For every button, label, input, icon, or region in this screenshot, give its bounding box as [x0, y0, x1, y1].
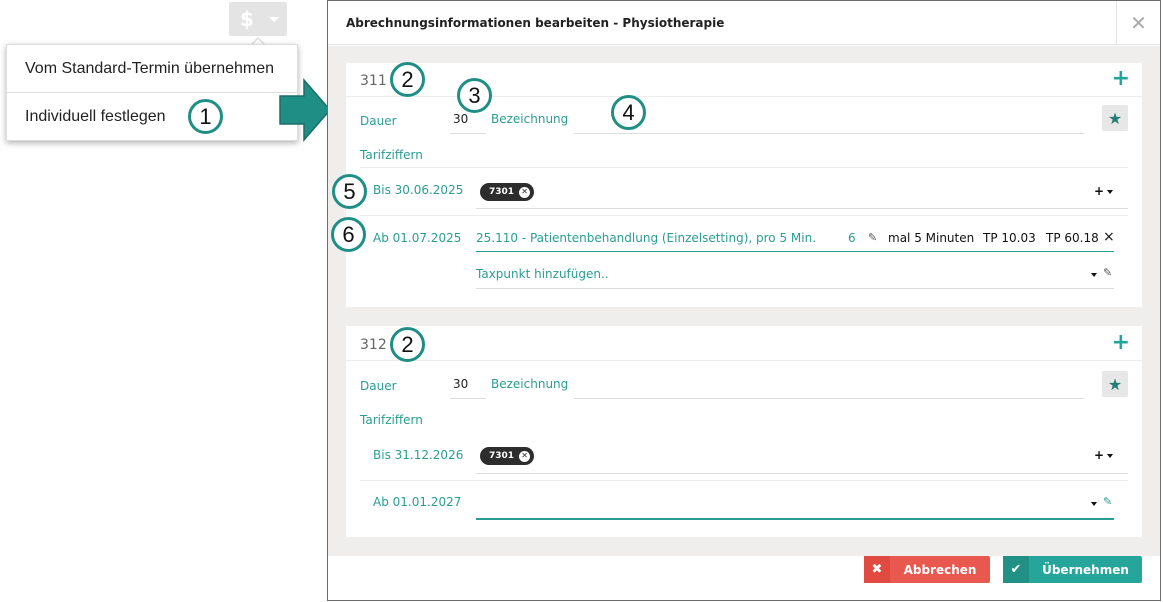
input-underline [708, 133, 1084, 134]
panel-code: 312 [360, 337, 387, 353]
chip-label: 7301 [489, 187, 515, 197]
name-input[interactable] [574, 133, 708, 134]
favorite-button[interactable]: ★ [1102, 105, 1128, 131]
check-icon: ✔ [1003, 556, 1029, 583]
name-label: Bezeichnung [491, 377, 569, 391]
favorite-button[interactable]: ★ [1102, 371, 1128, 397]
add-tariff-dropdown[interactable]: + [1094, 448, 1114, 462]
period-label: Bis 31.12.2026 [373, 448, 464, 462]
callout-5: 5 [332, 174, 367, 209]
add-icon[interactable]: + [1112, 68, 1130, 90]
panel-code: 311 [360, 73, 387, 89]
tariff-entry-text[interactable]: 25.110 - Patientenbehandlung (Einzelsett… [476, 231, 816, 245]
menu-item-label: Vom Standard-Termin übernehmen [25, 59, 275, 77]
input-underline [476, 473, 1128, 474]
dollar-icon: $ [240, 7, 254, 31]
add-taxpoint-input[interactable] [476, 518, 1114, 520]
divider [360, 480, 1128, 481]
input-underline [476, 288, 1114, 289]
billing-dropdown-menu: Vom Standard-Termin übernehmen Individue… [6, 44, 298, 141]
pencil-icon[interactable]: ✎ [1103, 495, 1112, 508]
tariff-label: Tarifziffern [360, 148, 423, 162]
remove-entry-icon[interactable]: × [1103, 229, 1115, 245]
chevron-down-icon [269, 16, 279, 22]
callout-4: 4 [611, 95, 646, 130]
billing-modal: Abrechnungsinformationen bearbeiten - Ph… [327, 0, 1161, 601]
close-icon: ✖ [864, 556, 890, 583]
name-input[interactable] [574, 398, 708, 399]
billing-dropdown-button[interactable]: $ [229, 2, 287, 36]
callout-2: 2 [390, 62, 425, 97]
input-underline [450, 398, 486, 399]
modal-body: 311 + Dauer 30 Bezeichnung ★ Tarifziffer… [328, 46, 1160, 556]
divider [360, 215, 1128, 216]
tariff-label: Tarifziffern [360, 413, 423, 427]
period-label: Ab 01.01.2027 [373, 495, 462, 509]
chevron-down-icon [1091, 272, 1097, 277]
remove-chip-icon[interactable]: ✕ [519, 186, 531, 198]
apply-button-label: Übernehmen [1042, 562, 1129, 577]
star-icon: ★ [1107, 108, 1123, 128]
menu-item-label: Individuell festlegen [25, 108, 166, 125]
duration-input[interactable]: 30 [453, 112, 468, 126]
apply-button[interactable]: ✔ Übernehmen [1003, 556, 1142, 583]
name-label: Bezeichnung [491, 112, 569, 126]
billing-panel-312: 312 + Dauer 30 Bezeichnung ★ Tarifziffer… [346, 326, 1142, 537]
period-label: Bis 30.06.2025 [373, 183, 464, 197]
arrow-right-icon [279, 78, 331, 142]
taxpoint-dropdown[interactable] [1088, 267, 1097, 281]
input-underline [476, 208, 1128, 209]
input-underline [450, 133, 486, 134]
divider [346, 360, 1142, 361]
callout-3: 3 [457, 78, 492, 113]
add-taxpoint-input[interactable]: Taxpunkt hinzufügen.. [476, 267, 609, 281]
tariff-chip[interactable]: 7301 ✕ [480, 183, 535, 201]
close-icon: ✕ [1130, 11, 1147, 35]
input-underline-active [476, 251, 1114, 252]
chevron-down-icon [1091, 501, 1097, 506]
callout-2-second: 2 [390, 327, 425, 362]
tariff-entry-tp1: TP 10.03 [983, 231, 1036, 245]
duration-label: Dauer [360, 379, 397, 393]
remove-chip-icon[interactable]: ✕ [519, 450, 531, 462]
close-button[interactable]: ✕ [1116, 1, 1160, 45]
tariff-entry-tp2: TP 60.18 [1046, 231, 1099, 245]
callout-6: 6 [331, 217, 366, 252]
callout-1: 1 [188, 99, 223, 134]
tariff-entry-unit: mal 5 Minuten [888, 231, 975, 245]
duration-input[interactable]: 30 [453, 377, 468, 391]
input-underline [708, 398, 1084, 399]
add-icon[interactable]: + [1112, 332, 1130, 354]
cancel-button[interactable]: ✖ Abbrechen [864, 556, 990, 583]
tariff-chip[interactable]: 7301 ✕ [480, 447, 535, 465]
taxpoint-dropdown[interactable] [1088, 496, 1097, 510]
divider [360, 167, 1128, 168]
star-icon: ★ [1107, 374, 1123, 394]
pencil-icon[interactable]: ✎ [868, 231, 877, 244]
duration-label: Dauer [360, 114, 397, 128]
menu-item-from-standard[interactable]: Vom Standard-Termin übernehmen [7, 45, 297, 93]
pencil-icon[interactable]: ✎ [1103, 266, 1112, 279]
modal-header: Abrechnungsinformationen bearbeiten - Ph… [328, 1, 1160, 45]
period-label: Ab 01.07.2025 [373, 231, 462, 245]
modal-title: Abrechnungsinformationen bearbeiten - Ph… [346, 16, 725, 30]
menu-item-individual[interactable]: Individuell festlegen [7, 93, 297, 141]
tariff-entry-quantity[interactable]: 6 [848, 231, 856, 245]
add-tariff-dropdown[interactable]: + [1094, 184, 1114, 198]
chevron-down-icon [1107, 453, 1114, 458]
chevron-down-icon [1107, 189, 1114, 194]
cancel-button-label: Abbrechen [903, 562, 977, 577]
chip-label: 7301 [489, 451, 515, 461]
